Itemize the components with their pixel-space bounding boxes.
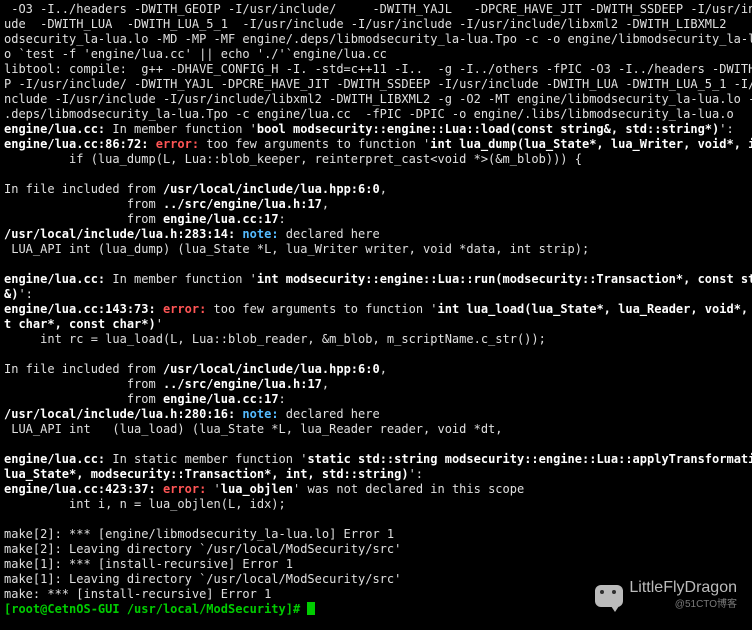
watermark-sub: @51CTO博客 bbox=[629, 595, 737, 610]
watermark-name: LittleFlyDragon bbox=[629, 581, 737, 595]
watermark: LittleFlyDragon @51CTO博客 bbox=[595, 581, 737, 610]
wechat-icon bbox=[595, 585, 623, 607]
terminal-output: -O3 -I../headers -DWITH_GEOIP -I/usr/inc… bbox=[0, 0, 752, 619]
cursor[interactable] bbox=[307, 602, 315, 615]
